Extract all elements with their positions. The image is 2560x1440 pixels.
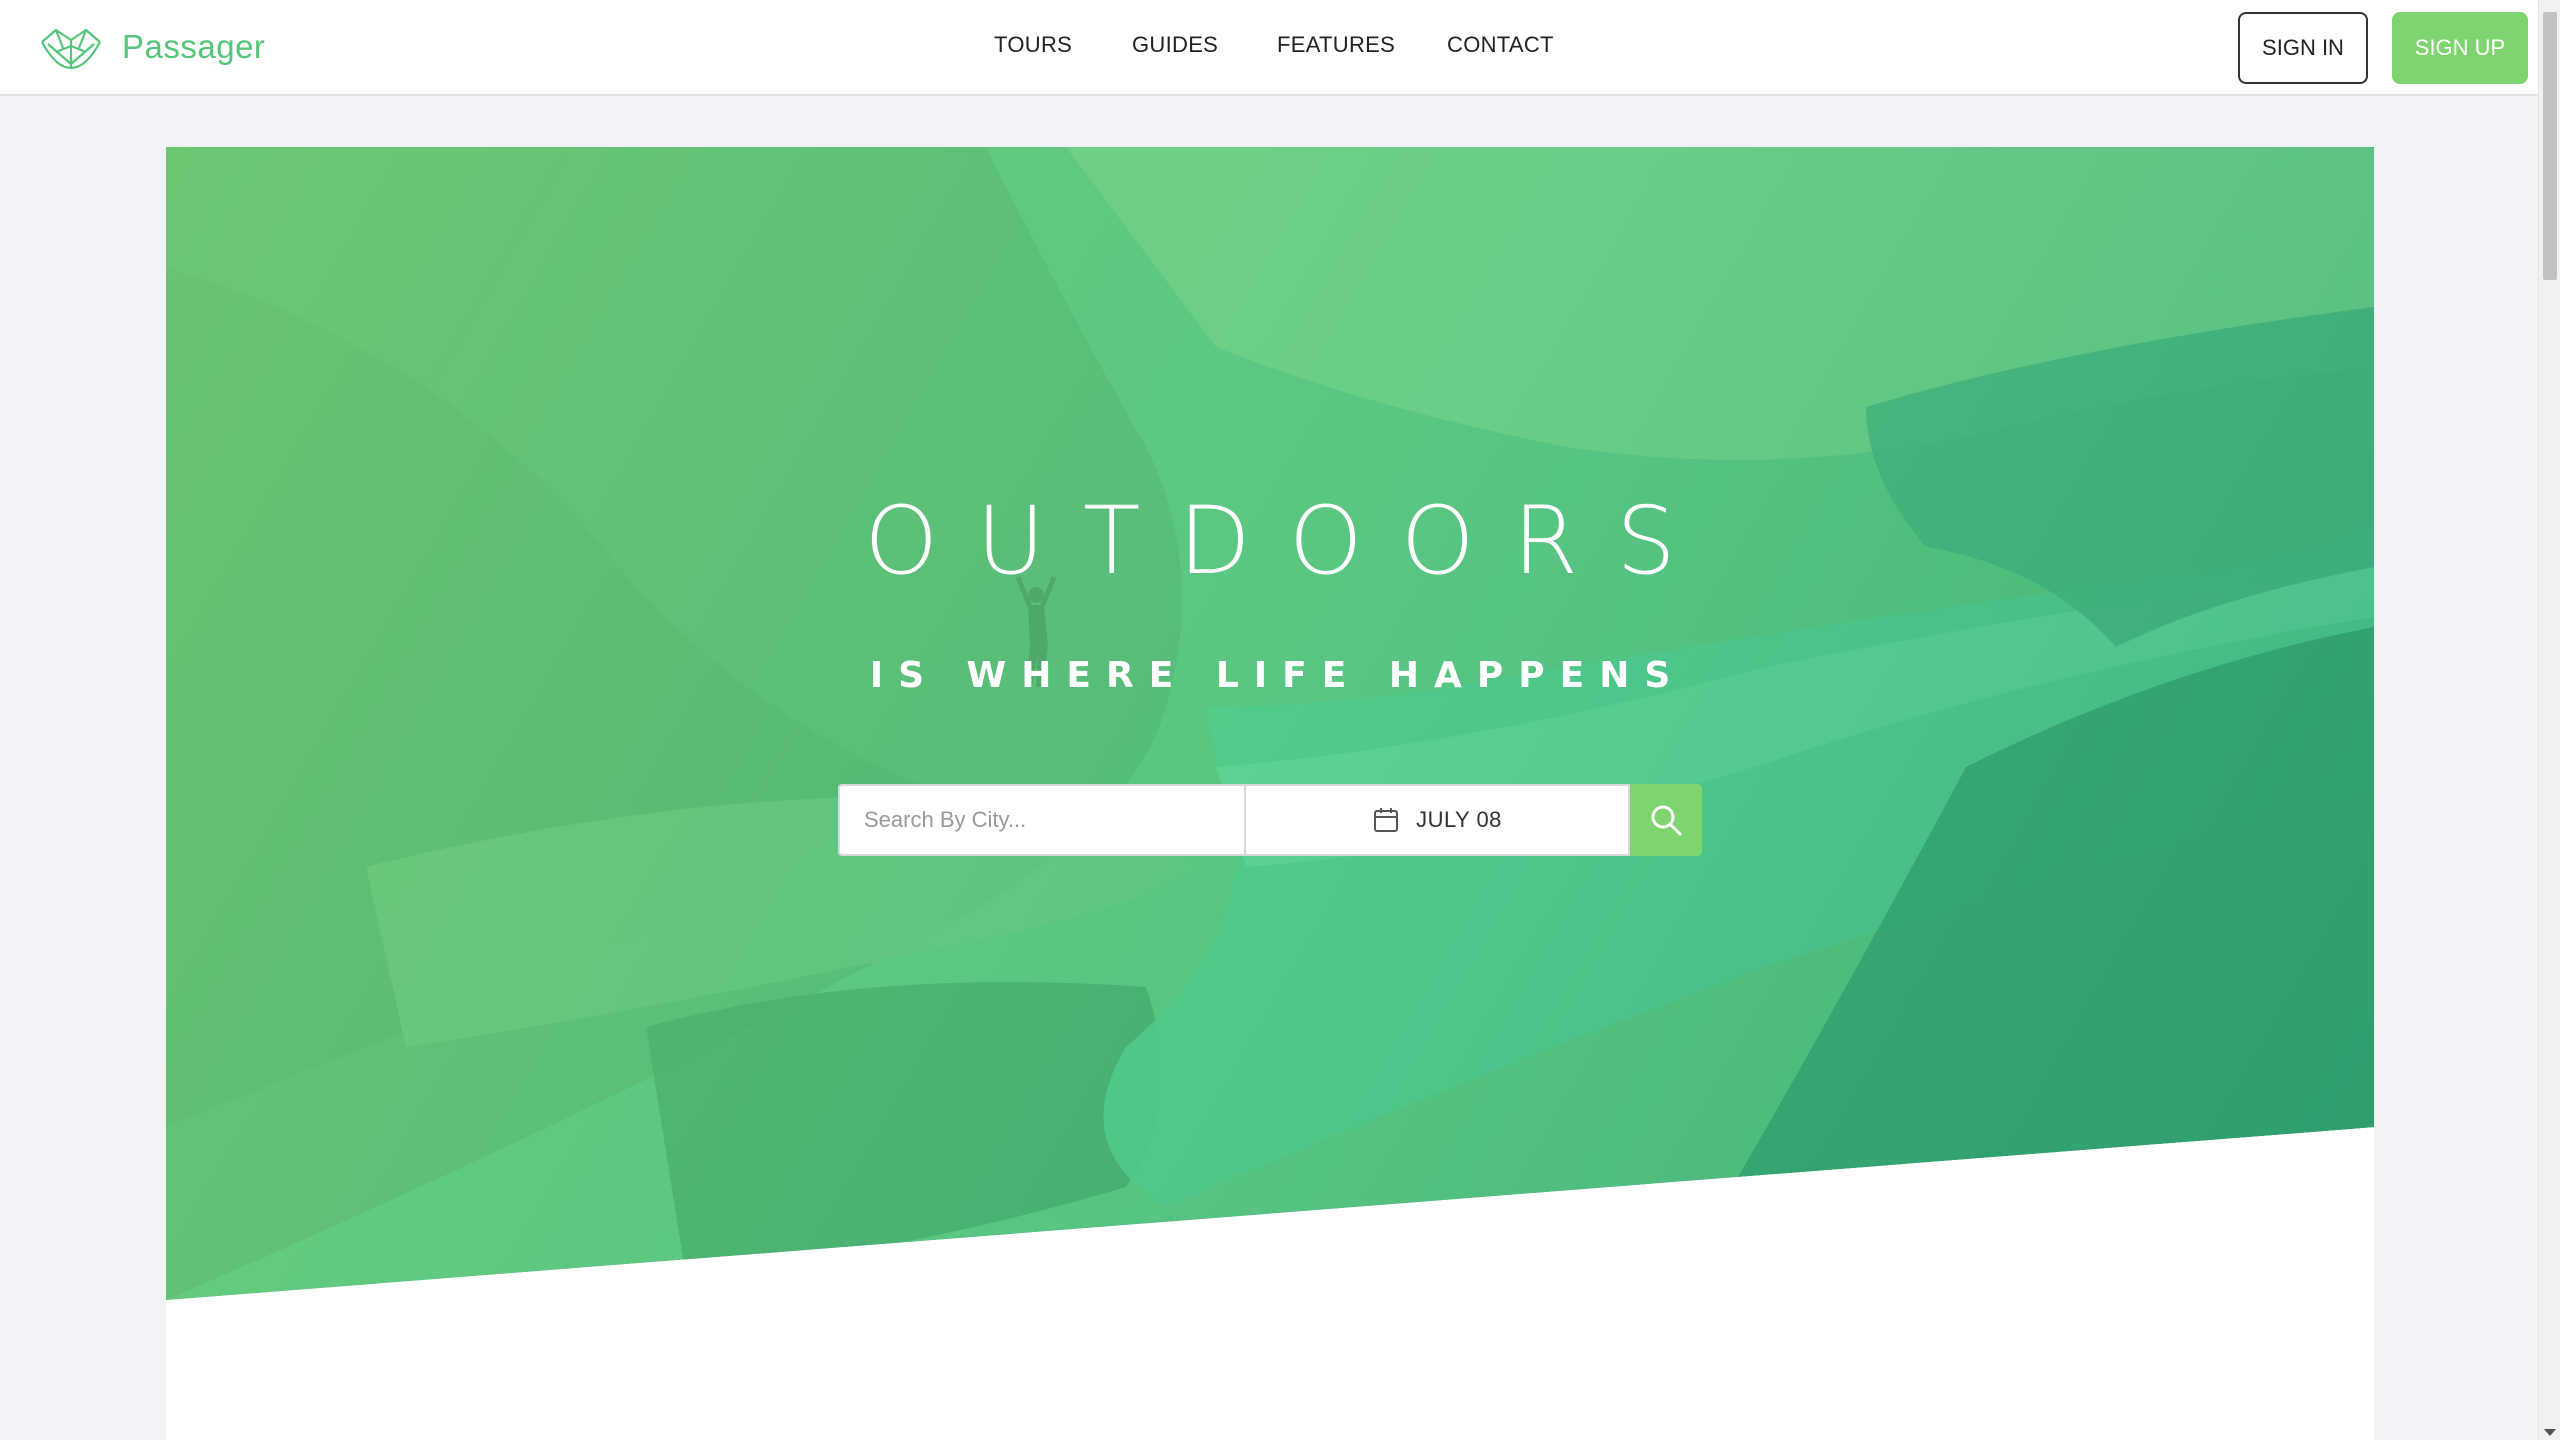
brand-logo-link[interactable]: Passager — [36, 22, 265, 72]
nav-item-contact[interactable]: CONTACT — [1447, 32, 1554, 58]
hero-color-overlay — [166, 147, 2374, 1300]
brand-name: Passager — [122, 28, 266, 65]
sign-in-button[interactable]: SIGN IN — [2238, 12, 2368, 84]
search-form: JULY 08 — [838, 784, 1702, 856]
nav-item-guides[interactable]: GUIDES — [1132, 32, 1218, 58]
nav-item-tours[interactable]: TOURS — [994, 32, 1072, 58]
calendar-icon — [1374, 808, 1399, 832]
hero-subtitle: IS WHERE LIFE HAPPENS — [869, 655, 1686, 696]
main-card: OUTDOORS IS WHERE LIFE HAPPENS JULY 08 — [166, 147, 2374, 1440]
vertical-scrollbar[interactable] — [2538, 0, 2560, 1440]
search-icon — [1651, 805, 1682, 836]
city-search-input[interactable] — [838, 784, 1244, 856]
leaf-mountain-logo-icon — [41, 28, 101, 70]
top-navbar: Passager TOURS GUIDES FEATURES CONTACT S… — [0, 0, 2538, 96]
date-picker-field[interactable]: JULY 08 — [1244, 784, 1630, 856]
hero-section: OUTDOORS IS WHERE LIFE HAPPENS JULY 08 — [166, 147, 2374, 1300]
sign-up-button[interactable]: SIGN UP — [2392, 12, 2528, 84]
scroll-down-arrow-icon[interactable] — [2544, 1429, 2556, 1436]
selected-date: JULY 08 — [1416, 807, 1502, 832]
scrollbar-thumb[interactable] — [2543, 12, 2557, 280]
nav-item-features[interactable]: FEATURES — [1277, 32, 1395, 58]
hero-title: OUTDOORS — [864, 487, 1714, 596]
search-button[interactable] — [1630, 784, 1702, 856]
